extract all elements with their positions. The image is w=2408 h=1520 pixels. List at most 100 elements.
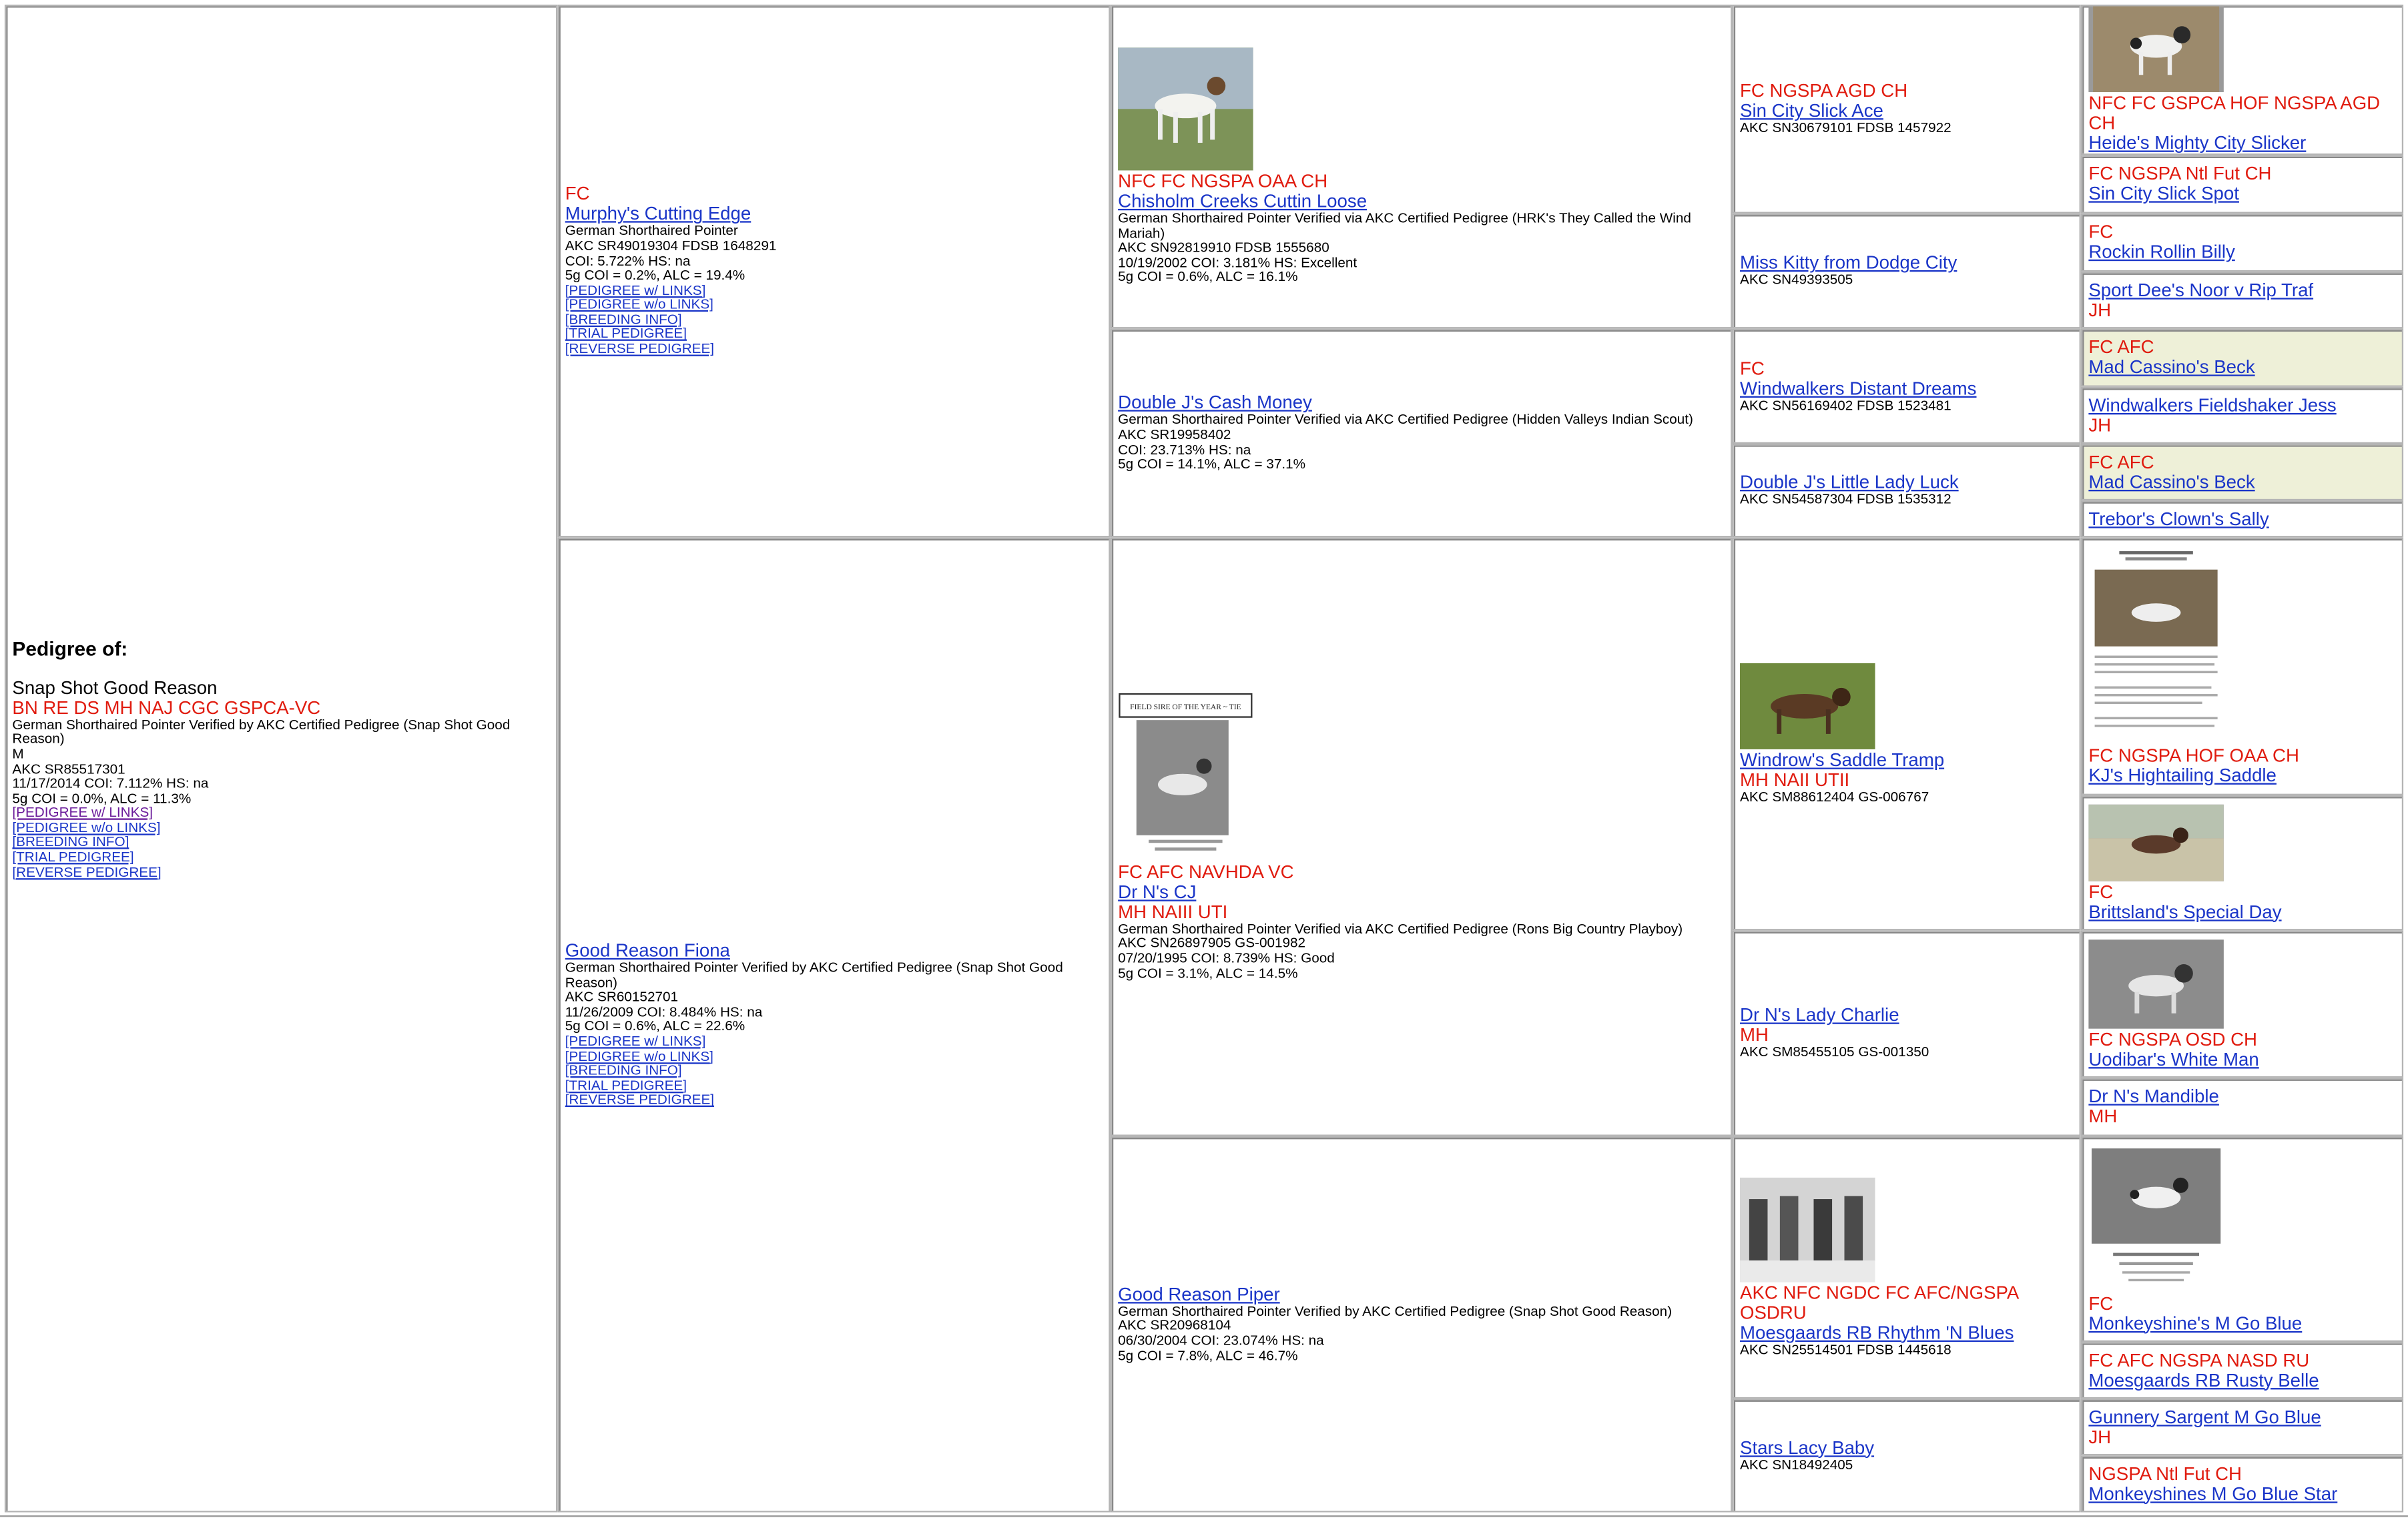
gen4-3-title: FC <box>2088 221 2114 243</box>
gen3-1-title: FC NGSPA AGD CH <box>1740 80 1908 102</box>
gen2-4-registration: AKC SR20968104 <box>1118 1318 1231 1334</box>
gen4-cell-15: Gunnery Sargent M Go Blue JH <box>2080 1399 2404 1456</box>
gen2-2-coi5: 5g COI = 14.1%, ALC = 37.1% <box>1118 456 1306 472</box>
gen4-cell-1: NFC FC GSPCA HOF NGSPA AGD CH Heide's Mi… <box>2080 4 2404 155</box>
gen3-cell-3: FC Windwalkers Distant Dreams AKC SN5616… <box>1732 328 2081 444</box>
gen2-1-coi: 10/19/2002 COI: 3.181% HS: Excellent <box>1118 254 1358 270</box>
gen2-3-breed: German Shorthaired Pointer Verified via … <box>1118 921 1683 937</box>
dog-photo[interactable] <box>2088 547 2224 744</box>
gen3-1-name-link[interactable]: Sin City Slick Ace <box>1740 101 2073 121</box>
gen4-10-name-link[interactable]: Brittsland's Special Day <box>2088 901 2395 922</box>
gen3-2-registration: AKC SN49393505 <box>1740 272 1853 288</box>
gen3-6-suffix: MH <box>1740 1024 1769 1046</box>
gen4-8-name-link[interactable]: Trebor's Clown's Sally <box>2088 508 2395 529</box>
gen3-5-name-link[interactable]: Windrow's Saddle Tramp <box>1740 749 2073 771</box>
gen4-cell-3: FC Rockin Rollin Billy <box>2080 213 2404 272</box>
gen4-13-title: FC <box>2088 1292 2114 1314</box>
gen2-cell-4: Good Reason Piper German Shorthaired Poi… <box>1110 1136 1733 1513</box>
dog-photo[interactable]: FIELD SIRE OF THE YEAR ~ TIE <box>1118 692 1253 861</box>
dog-photo[interactable] <box>1740 1177 1875 1282</box>
gen4-1-title: NFC FC GSPCA HOF NGSPA AGD CH <box>2088 92 2381 134</box>
dog-photo[interactable] <box>1118 47 1253 171</box>
dog-photo-image <box>1118 47 1253 171</box>
dam-breeding-info-link[interactable]: [BREEDING INFO] <box>565 1064 1103 1079</box>
gen2-1-title: NFC FC NGSPA OAA CH <box>1118 170 1328 192</box>
dam-pedigree-with-links-link[interactable]: [PEDIGREE w/ LINKS] <box>565 1034 1103 1050</box>
dam-name-link[interactable]: Good Reason Fiona <box>565 940 1103 962</box>
sire-reverse-pedigree-link[interactable]: [REVERSE PEDIGREE] <box>565 342 1103 357</box>
gen2-2-name-link[interactable]: Double J's Cash Money <box>1118 393 1725 414</box>
subject-titles: BN RE DS MH NAJ CGC GSPCA-VC <box>12 697 321 719</box>
gen4-4-name-link[interactable]: Sport Dee's Noor v Rip Traf <box>2088 280 2395 300</box>
dog-photo-image <box>2088 803 2224 881</box>
gen4-7-name-link[interactable]: Mad Cassino's Beck <box>2088 471 2395 492</box>
gen3-cell-7: AKC NFC NGDC FC AFC/NGSPA OSDRU Moesgaar… <box>1732 1136 2081 1399</box>
gen2-3-title: FC AFC NAVHDA VC <box>1118 861 1294 883</box>
gen2-4-coi5: 5g COI = 7.8%, ALC = 46.7% <box>1118 1347 1298 1363</box>
sire-breed: German Shorthaired Pointer <box>565 223 738 239</box>
gen4-2-title: FC NGSPA Ntl Fut CH <box>2088 162 2272 185</box>
gen2-3-name-link[interactable]: Dr N's CJ <box>1118 881 1725 903</box>
gen2-cell-2: Double J's Cash Money German Shorthaired… <box>1110 328 1733 538</box>
gen4-cell-14: FC AFC NGSPA NASD RU Moesgaards RB Rusty… <box>2080 1342 2404 1399</box>
gen4-1-name-link[interactable]: Heide's Mighty City Slicker <box>2088 133 2395 153</box>
gen2-4-name-link[interactable]: Good Reason Piper <box>1118 1284 1725 1305</box>
gen4-2-name-link[interactable]: Sin City Slick Spot <box>2088 183 2395 204</box>
dam-breed: German Shorthaired Pointer Verified by A… <box>565 960 1063 990</box>
sire-pedigree-without-links-link[interactable]: [PEDIGREE w/o LINKS] <box>565 298 1103 313</box>
gen3-7-name-link[interactable]: Moesgaards RB Rhythm 'N Blues <box>1740 1322 2073 1343</box>
gen4-11-name-link[interactable]: Uodibar's White Man <box>2088 1049 2395 1070</box>
gen3-8-registration: AKC SN18492405 <box>1740 1456 1853 1472</box>
sire-registration: AKC SR49019304 FDSB 1648291 <box>565 238 777 254</box>
gen3-3-name-link[interactable]: Windwalkers Distant Dreams <box>1740 378 2073 399</box>
gen4-14-title: FC AFC NGSPA NASD RU <box>2088 1349 2310 1371</box>
gen4-16-title: NGSPA Ntl Fut CH <box>2088 1462 2242 1484</box>
dam-coi: 11/26/2009 COI: 8.484% HS: na <box>565 1004 763 1020</box>
gen3-2-name-link[interactable]: Miss Kitty from Dodge City <box>1740 253 2073 274</box>
dog-photo[interactable] <box>1740 663 1875 749</box>
breeding-info-link[interactable]: [BREEDING INFO] <box>12 835 549 851</box>
gen4-16-name-link[interactable]: Monkeyshines M Go Blue Star <box>2088 1483 2395 1504</box>
gen4-13-name-link[interactable]: Monkeyshine's M Go Blue <box>2088 1312 2395 1334</box>
dog-photo[interactable] <box>2088 1144 2224 1292</box>
trial-pedigree-link[interactable]: [TRIAL PEDIGREE] <box>12 850 549 865</box>
dog-photo[interactable] <box>2088 6 2224 93</box>
reverse-pedigree-link[interactable]: [REVERSE PEDIGREE] <box>12 865 549 880</box>
gen3-4-name-link[interactable]: Double J's Little Lady Luck <box>1740 472 2073 493</box>
gen3-1-registration: AKC SN30679101 FDSB 1457922 <box>1740 119 1951 135</box>
sire-cell: FC Murphy's Cutting Edge German Shorthai… <box>557 4 1111 538</box>
gen4-9-name-link[interactable]: KJ's Hightailing Saddle <box>2088 765 2395 785</box>
gen2-1-name-link[interactable]: Chisholm Creeks Cuttin Loose <box>1118 192 1725 212</box>
sire-pedigree-with-links-link[interactable]: [PEDIGREE w/ LINKS] <box>565 283 1103 298</box>
dam-pedigree-without-links-link[interactable]: [PEDIGREE w/o LINKS] <box>565 1049 1103 1064</box>
gen4-14-name-link[interactable]: Moesgaards RB Rusty Belle <box>2088 1369 2395 1391</box>
sire-trial-pedigree-link[interactable]: [TRIAL PEDIGREE] <box>565 327 1103 342</box>
dam-reverse-pedigree-link[interactable]: [REVERSE PEDIGREE] <box>565 1093 1103 1108</box>
gen4-6-name-link[interactable]: Windwalkers Fieldshaker Jess <box>2088 394 2395 416</box>
sire-name-link[interactable]: Murphy's Cutting Edge <box>565 204 1103 225</box>
dog-photo[interactable] <box>2088 803 2224 881</box>
gen3-8-name-link[interactable]: Stars Lacy Baby <box>1740 1437 2073 1458</box>
subject-name: Snap Shot Good Reason <box>12 677 218 699</box>
dog-photo[interactable] <box>2088 939 2224 1028</box>
sire-title: FC <box>565 183 590 205</box>
dam-trial-pedigree-link[interactable]: [TRIAL PEDIGREE] <box>565 1078 1103 1094</box>
gen3-5-registration: AKC SM88612404 GS-006767 <box>1740 789 1929 805</box>
dam-cell: Good Reason Fiona German Shorthaired Poi… <box>557 537 1111 1513</box>
gen4-15-name-link[interactable]: Gunnery Sargent M Go Blue <box>2088 1407 2395 1427</box>
sire-breeding-info-link[interactable]: [BREEDING INFO] <box>565 312 1103 328</box>
gen2-3-suffix: MH NAIII UTI <box>1118 901 1228 923</box>
gen4-6-suffix: JH <box>2088 414 2112 436</box>
gen4-cell-6: Windwalkers Fieldshaker Jess JH <box>2080 386 2404 444</box>
gen2-2-coi: COI: 23.713% HS: na <box>1118 441 1251 457</box>
pedigree-with-links-link[interactable]: [PEDIGREE w/ LINKS] <box>12 805 549 821</box>
dog-photo-image <box>2088 939 2224 1028</box>
gen4-5-name-link[interactable]: Mad Cassino's Beck <box>2088 357 2395 378</box>
gen4-12-name-link[interactable]: Dr N's Mandible <box>2088 1086 2395 1107</box>
gen4-3-name-link[interactable]: Rockin Rollin Billy <box>2088 242 2395 263</box>
gen3-cell-8: Stars Lacy Baby AKC SN18492405 <box>1732 1399 2081 1513</box>
gen3-6-name-link[interactable]: Dr N's Lady Charlie <box>1740 1005 2073 1026</box>
pedigree-without-links-link[interactable]: [PEDIGREE w/o LINKS] <box>12 820 549 836</box>
gen4-cell-7: FC AFC Mad Cassino's Beck <box>2080 443 2404 501</box>
dam-registration: AKC SR60152701 <box>565 989 679 1005</box>
